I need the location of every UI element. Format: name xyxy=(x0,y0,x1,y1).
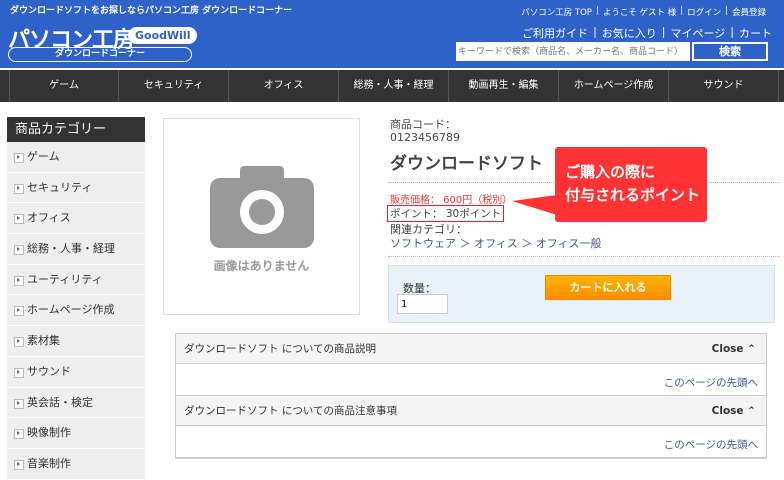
cart-link[interactable]: カート xyxy=(739,25,772,41)
search-input[interactable] xyxy=(456,42,690,61)
close-toggle[interactable]: Close ⌃ xyxy=(712,396,756,426)
site-header: ダウンロードソフトをお探しならパソコン工房 ダウンロードコーナー パソコン工房 … xyxy=(0,0,784,68)
sidebar-title: 商品カテゴリー xyxy=(7,117,145,142)
point-highlight: ポイント： 30ポイント xyxy=(387,205,505,222)
callout-line: 付与されるポイント xyxy=(565,186,701,204)
sidebar-item[interactable]: ホームページ作成 xyxy=(7,295,145,327)
close-toggle[interactable]: Close ⌃ xyxy=(712,334,756,364)
back-to-top-link[interactable]: このページの先頭へ xyxy=(176,364,766,396)
callout-pointer xyxy=(512,195,557,215)
sidebar-item[interactable]: 総務・人事・経理 xyxy=(7,234,145,265)
product-accordion: ダウンロードソフト についての商品説明 Close ⌃ このページの先頭へ ダウン… xyxy=(175,333,767,459)
product-code: 商品コード： 0123456789 xyxy=(390,118,460,144)
sidebar-item[interactable]: 素材集 xyxy=(7,326,145,357)
sidebar-item[interactable]: ユーティリティ xyxy=(7,264,145,296)
callout-line: ご購入の際に xyxy=(565,163,656,181)
sidebar-item[interactable]: 英会話・検定 xyxy=(7,387,145,419)
sidebar-item[interactable]: 映像制作 xyxy=(7,418,145,449)
code-label: 商品コード： xyxy=(390,118,456,131)
back-to-top-link[interactable]: このページの先頭へ xyxy=(176,426,766,458)
quantity-input[interactable] xyxy=(397,294,448,314)
category-sidebar: 商品カテゴリー ゲーム セキュリティ オフィス 総務・人事・経理 ユーティリティ… xyxy=(7,117,145,480)
camera-icon xyxy=(210,166,314,248)
mypage-link[interactable]: マイページ xyxy=(671,25,726,41)
sidebar-item[interactable]: 音楽制作 xyxy=(7,448,145,480)
product-name: ダウンロードソフト xyxy=(390,154,543,174)
divider xyxy=(388,256,780,257)
accordion-header[interactable]: ダウンロードソフト についての商品説明 Close ⌃ xyxy=(176,334,766,364)
accordion-title: ダウンロードソフト についての商品注意事項 xyxy=(184,405,398,417)
nav-item[interactable]: 総務・人事・経理 xyxy=(339,70,449,102)
nav-item[interactable]: 動画再生・編集 xyxy=(449,70,559,102)
login-link[interactable]: ログイン xyxy=(687,6,721,18)
accordion-title: ダウンロードソフト についての商品説明 xyxy=(184,343,377,355)
download-corner-label[interactable]: ダウンロードコーナー xyxy=(8,47,192,62)
goodwill-badge: GoodWill xyxy=(128,27,198,44)
no-image-text: 画像はありません xyxy=(213,259,310,273)
price: 販売価格： 600円（税別） xyxy=(390,195,513,206)
sidebar-item[interactable]: セキュリティ xyxy=(7,172,145,204)
nav-item[interactable]: ホームページ作成 xyxy=(559,70,669,102)
nav-item[interactable]: オフィス xyxy=(229,70,339,102)
sidebar-item[interactable]: オフィス xyxy=(7,203,145,235)
top-links: パソコン工房 TOP | ようこそ ゲスト 様 | ログイン | 会員登録 xyxy=(521,6,766,18)
accordion-header[interactable]: ダウンロードソフト についての商品注意事項 Close ⌃ xyxy=(176,396,766,426)
nav-item[interactable]: セキュリティ xyxy=(119,70,229,102)
sidebar-item[interactable]: サウンド xyxy=(7,356,145,388)
search-button[interactable]: 検索 xyxy=(692,42,768,61)
cart-area: 数量： カートに入れる xyxy=(388,265,775,323)
add-to-cart-button[interactable]: カートに入れる xyxy=(545,275,671,300)
sub-links: ご利用ガイド | お気に入り | マイページ | カート xyxy=(522,25,772,41)
category-breadcrumb[interactable]: ソフトウェア ＞ オフィス ＞ オフィス一般 xyxy=(390,235,602,251)
welcome-text: ようこそ ゲスト 様 xyxy=(602,8,677,18)
nav-item[interactable]: ゲーム xyxy=(9,70,119,102)
guide-link[interactable]: ご利用ガイド xyxy=(522,25,588,41)
favorites-link[interactable]: お気に入り xyxy=(602,25,657,41)
nav-item[interactable]: サウンド xyxy=(669,70,779,102)
register-link[interactable]: 会員登録 xyxy=(732,6,766,18)
tagline: ダウンロードソフトをお探しならパソコン工房 ダウンロードコーナー xyxy=(10,6,293,16)
sidebar-item[interactable]: ゲーム xyxy=(7,142,145,173)
point-callout: ご購入の際に 付与されるポイント xyxy=(555,147,707,222)
top-link-home[interactable]: パソコン工房 TOP xyxy=(521,6,592,18)
code-value: 0123456789 xyxy=(390,131,460,144)
product-image-placeholder: 画像はありません xyxy=(163,118,360,315)
main-nav: ゲーム セキュリティ オフィス 総務・人事・経理 動画再生・編集 ホームページ作… xyxy=(0,70,784,102)
